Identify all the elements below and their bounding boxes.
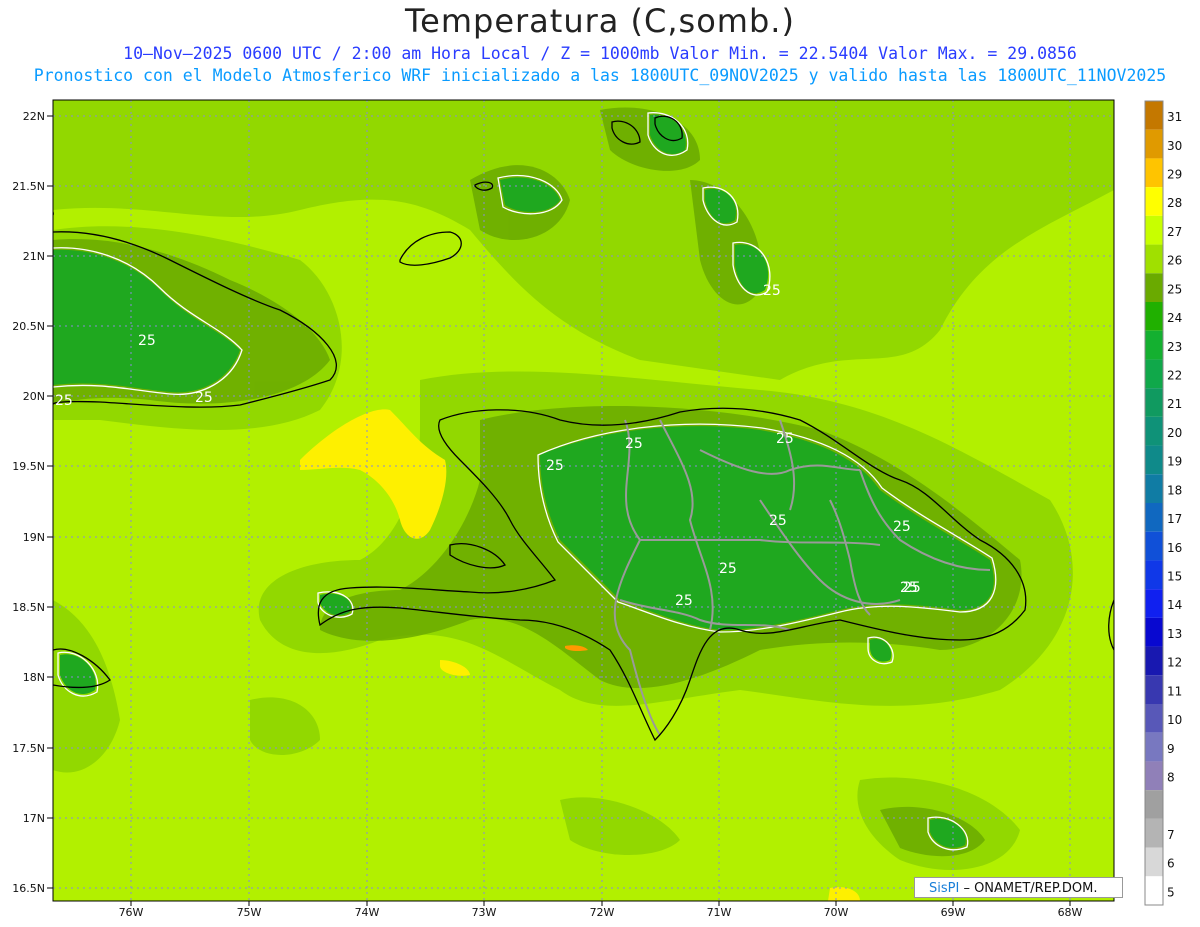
colorbar-label: 22 [1167,369,1182,383]
colorbar-swatch [1145,330,1163,360]
colorbar-swatch [1145,215,1163,245]
colorbar-label: 19 [1167,455,1182,469]
lon-label: 70W [824,906,849,919]
colorbar-label: 17 [1167,512,1182,526]
map-plot-area [53,100,1114,901]
lat-label: 19.5N [12,460,45,473]
contour-label: 25 [195,390,213,406]
lon-label: 68W [1058,906,1083,919]
colorbar-label: 21 [1167,397,1182,411]
credit-box: SisPI – ONAMET/REP.DOM. [914,877,1123,898]
lat-label: 21.5N [12,180,45,193]
lat-label: 18.5N [12,601,45,614]
colorbar-swatch [1145,273,1163,302]
contour-label: 25 [769,513,787,529]
colorbar-swatch [1145,761,1163,791]
contour-label: 25 [900,580,918,596]
contour-label: 25 [675,593,693,609]
colorbar-swatch [1145,531,1163,561]
colorbar-label: 8 [1167,771,1175,785]
contour-label: 25 [138,333,156,349]
credit-brand: SisPI [929,881,960,896]
colorbar-swatch [1145,244,1163,274]
colorbar-label: 10 [1167,713,1182,727]
colorbar-swatch [1145,158,1163,188]
colorbar-swatch [1145,101,1163,130]
colorbar-swatch [1145,302,1163,331]
colorbar-swatch [1145,129,1163,159]
latitude-labels: 22N 21.5N 21N 20.5N 20N 19.5N 19N 18.5N 18N 17.5N… [12,110,53,895]
colorbar-label: 20 [1167,426,1182,440]
colorbar-label: 11 [1167,684,1182,698]
colorbar-label: 25 [1167,282,1182,296]
colorbar-swatch [1145,388,1163,417]
colorbar-label: 13 [1167,627,1182,641]
lat-label: 21N [23,250,45,263]
lon-label: 72W [590,906,615,919]
colorbar-swatch [1145,589,1163,618]
lat-label: 17.5N [12,742,45,755]
colorbar-label: 28 [1167,196,1182,210]
colorbar-swatch [1145,187,1163,216]
colorbar-label: 26 [1167,254,1182,268]
lon-label: 71W [707,906,732,919]
lat-label: 20.5N [12,320,45,333]
lon-label: 76W [119,906,144,919]
colorbar-swatch [1145,818,1163,848]
credit-text: – ONAMET/REP.DOM. [959,881,1098,896]
colorbar-label: 30 [1167,139,1182,153]
lon-label: 73W [472,906,497,919]
lon-label: 74W [355,906,380,919]
lon-label: 69W [941,906,966,919]
lat-label: 17N [23,812,45,825]
colorbar-label: 5 [1167,885,1175,899]
colorbar-swatch [1145,790,1163,819]
lat-label: 22N [23,110,45,123]
colorbar-label: 31 [1167,110,1182,124]
contour-label: 25 [893,519,911,535]
colorbar-swatch [1145,646,1163,676]
contour-label: 25 [55,393,73,409]
colorbar-swatch [1145,503,1163,532]
longitude-labels: 76W 75W 74W 73W 72W 71W 70W 69W 68W [119,901,1083,919]
colorbar-swatch [1145,704,1163,733]
colorbar-label: 24 [1167,311,1182,325]
contour-label: 25 [763,283,781,299]
colorbar-label: 15 [1167,570,1182,584]
colorbar-swatch [1145,359,1163,389]
colorbar-swatch [1145,732,1163,762]
colorbar-swatch [1145,617,1163,647]
contour-label: 25 [776,431,794,447]
colorbar-swatch [1145,474,1163,503]
colorbar-label: 29 [1167,168,1182,182]
lat-label: 18N [23,671,45,684]
colorbar-swatch [1145,445,1163,475]
lon-label: 75W [237,906,262,919]
colorbar-swatch [1145,675,1163,704]
lat-label: 16.5N [12,882,45,895]
colorbar-label: 9 [1167,742,1175,756]
contour-label: 25 [546,458,564,474]
colorbar-swatch [1145,560,1163,590]
colorbar-label: 14 [1167,598,1182,612]
colorbar-label: 23 [1167,340,1182,354]
temperature-map: 25 25 25 25 25 25 25 25 25 25 25 25 25 22N 21.5N 21N 20… [12,99,1182,919]
lat-label: 20N [23,390,45,403]
colorbar-label: 18 [1167,483,1182,497]
lat-label: 19N [23,531,45,544]
colorbar-swatch [1145,416,1163,446]
colorbar-label: 7 [1167,828,1175,842]
contour-label: 25 [625,436,643,452]
colorbar-swatch [1145,876,1163,905]
colorbar-swatch [1145,847,1163,877]
colorbar: 31 30 29 28 27 26 25 24 23 22 21 20 19 18 17 16 15 14 13 12… [1144,100,1182,906]
colorbar-label: 16 [1167,541,1182,555]
colorbar-label: 6 [1167,857,1175,871]
colorbar-label: 12 [1167,656,1182,670]
colorbar-label: 27 [1167,225,1182,239]
contour-label: 25 [719,561,737,577]
